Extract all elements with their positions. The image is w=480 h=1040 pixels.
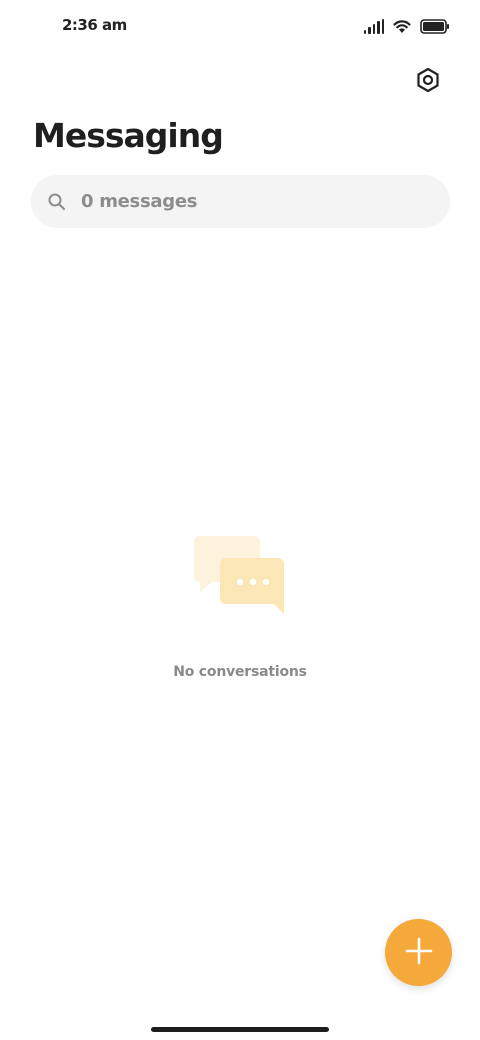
battery-icon bbox=[420, 18, 450, 34]
wifi-icon bbox=[392, 18, 412, 34]
status-icons bbox=[364, 18, 450, 34]
search-bar[interactable]: 0 messages bbox=[31, 175, 450, 228]
empty-state-text: No conversations bbox=[173, 664, 307, 680]
messaging-screen: 2:36 am Messaging 0 messages No conversa… bbox=[0, 0, 480, 1040]
search-icon bbox=[47, 192, 67, 212]
home-indicator[interactable] bbox=[151, 1027, 329, 1032]
plus-icon bbox=[405, 937, 433, 969]
conversations-icon bbox=[192, 530, 288, 620]
cellular-signal-icon bbox=[364, 18, 385, 34]
search-placeholder: 0 messages bbox=[81, 191, 198, 212]
status-time: 2:36 am bbox=[62, 16, 127, 34]
new-conversation-button[interactable] bbox=[385, 919, 452, 986]
empty-state: No conversations bbox=[0, 530, 480, 680]
settings-icon bbox=[415, 67, 441, 97]
settings-button[interactable] bbox=[410, 64, 446, 100]
status-bar: 2:36 am bbox=[0, 0, 480, 52]
page-title: Messaging bbox=[33, 116, 224, 155]
